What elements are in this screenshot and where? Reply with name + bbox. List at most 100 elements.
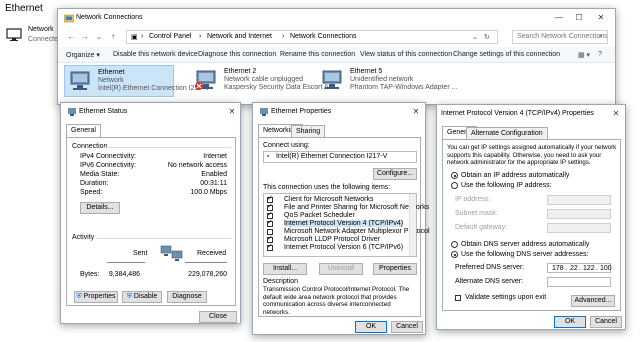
list-item[interactable]: Client for Microsoft Networks xyxy=(284,196,373,203)
tab-alternate-configuration[interactable]: Alternate Configuration xyxy=(466,127,548,139)
network-status-item[interactable]: Network Connecte xyxy=(4,26,64,50)
advanced-button[interactable]: Advanced... xyxy=(571,295,615,307)
use-following-dns-label[interactable]: Use the following DNS server addresses: xyxy=(461,251,589,258)
tab-sharing[interactable]: Sharing xyxy=(291,125,326,137)
minimize-button[interactable]: — xyxy=(551,11,567,24)
network-icon xyxy=(68,108,76,116)
subnet-mask-label: Subnet mask: xyxy=(455,210,498,217)
properties-label: Properties xyxy=(83,293,116,300)
connection-adapter: Phantom TAP-Windows Adapter ... xyxy=(350,84,458,91)
bytes-sent-value: 9,384,486 xyxy=(108,271,140,278)
diagnose-button[interactable]: Diagnose this connection xyxy=(198,51,276,58)
subnet-mask-field[interactable] xyxy=(547,209,611,219)
cancel-button[interactable]: Cancel xyxy=(590,316,622,328)
install-button[interactable]: Install... xyxy=(263,263,307,275)
item-properties-button[interactable]: Properties xyxy=(373,263,417,275)
close-button[interactable]: ✕ xyxy=(608,107,624,120)
view-status-button[interactable]: View status of this connection xyxy=(360,51,452,58)
recent-dropdown-icon[interactable]: ⌄ xyxy=(94,31,104,43)
connection-item-ethernet[interactable]: Ethernet Network Intel(R) Ethernet Conne… xyxy=(64,65,209,97)
obtain-dns-auto-label[interactable]: Obtain DNS server address automatically xyxy=(461,241,589,248)
disable-button[interactable]: ⛨ Disable xyxy=(122,291,162,303)
uninstall-button[interactable]: Uninstall xyxy=(319,263,363,275)
close-button[interactable]: ✕ xyxy=(224,105,240,118)
ipv4-connectivity-label: IPv4 Connectivity: xyxy=(80,153,137,160)
general-panel: You can get IP settings assigned automat… xyxy=(442,139,621,311)
validate-checkbox[interactable] xyxy=(455,295,461,301)
description-label: Description xyxy=(263,278,299,285)
ok-button[interactable]: OK xyxy=(554,316,586,328)
items-label: This connection uses the following items… xyxy=(263,184,391,191)
list-item[interactable]: Internet Protocol Version 4 (TCP/IPv4) xyxy=(284,220,404,227)
ipv6-connectivity-label: IPv6 Connectivity: xyxy=(80,162,137,169)
tab-general[interactable]: General xyxy=(66,124,101,137)
search-input[interactable]: Search Network Connections ⌕ xyxy=(512,30,608,44)
change-settings-button[interactable]: Change settings of this connection xyxy=(453,51,560,58)
ip-address-field[interactable] xyxy=(547,195,611,205)
rename-button[interactable]: Rename this connection xyxy=(280,51,355,58)
dns-octet: 100 xyxy=(600,265,612,272)
back-icon[interactable]: ← xyxy=(66,31,76,43)
refresh-icon[interactable]: ↻ xyxy=(484,33,490,41)
maximize-button[interactable]: ☐ xyxy=(571,11,587,24)
view-options-icon[interactable]: ▦ ▾ xyxy=(578,51,590,59)
use-following-ip-radio[interactable] xyxy=(451,182,458,189)
validate-label[interactable]: Validate settings upon exit xyxy=(465,294,546,301)
titlebar: Ethernet Status ✕ xyxy=(61,103,240,121)
breadcrumb-network-connections[interactable]: Network Connections xyxy=(290,33,357,40)
titlebar: Ethernet Properties ✕ xyxy=(253,103,425,121)
diagnose-button[interactable]: Diagnose xyxy=(167,291,207,303)
address-box[interactable]: ▣ › Control Panel › Network and Internet… xyxy=(126,30,498,44)
obtain-ip-auto-radio[interactable] xyxy=(451,172,458,179)
obtain-dns-auto-radio[interactable] xyxy=(451,241,458,248)
general-panel: Connection IPv4 Connectivity: Internet I… xyxy=(66,137,236,306)
address-dropdown-icon[interactable]: ⌄ xyxy=(472,33,478,41)
breadcrumb-control-panel[interactable]: Control Panel xyxy=(149,33,191,40)
address-bar-row: ← → ⌄ ↑ ▣ › Control Panel › Network and … xyxy=(64,29,610,45)
preferred-dns-field[interactable]: 178 . 22 . 122 . 100 xyxy=(547,263,612,273)
cancel-button[interactable]: Cancel xyxy=(391,321,423,333)
item-checkbox[interactable] xyxy=(267,218,273,227)
breadcrumb-sep: › xyxy=(282,33,285,40)
list-item[interactable]: Internet Protocol Version 6 (TCP/IPv6) xyxy=(284,244,403,251)
list-item[interactable]: Microsoft Network Adapter Multiplexor Pr… xyxy=(284,228,430,235)
obtain-ip-auto-label[interactable]: Obtain an IP address automatically xyxy=(461,172,569,179)
breadcrumb-network-internet[interactable]: Network and Internet xyxy=(207,33,272,40)
properties-button[interactable]: ⛨ Properties xyxy=(74,291,118,303)
breadcrumb-sep: › xyxy=(141,33,144,40)
close-dialog-button[interactable]: Close xyxy=(199,311,237,323)
configure-button[interactable]: Configure... xyxy=(373,168,417,180)
list-item[interactable]: File and Printer Sharing for Microsoft N… xyxy=(284,204,429,211)
list-item[interactable]: Microsoft LLDP Protocol Driver xyxy=(284,236,380,243)
item-checkbox[interactable] xyxy=(267,242,273,251)
ok-button[interactable]: OK xyxy=(355,321,387,333)
ipv4-properties-dialog: Internet Protocol Version 4 (TCP/IPv4) P… xyxy=(436,104,626,330)
close-button[interactable]: ✕ xyxy=(593,11,609,24)
speed-label: Speed: xyxy=(80,189,103,196)
default-gateway-field[interactable] xyxy=(547,223,611,233)
connection-item-ethernet-5[interactable]: Ethernet 5 Unidentified network Phantom … xyxy=(317,65,458,97)
duration-label: Duration: xyxy=(80,180,109,187)
disable-device-button[interactable]: Disable this network device xyxy=(113,51,198,58)
connection-status: Network xyxy=(98,77,124,84)
adapter-name: Intel(R) Ethernet Connection I217-V xyxy=(276,153,388,160)
description-text: Transmission Control Protocol/Internet P… xyxy=(263,286,410,316)
connection-name: Ethernet xyxy=(98,69,125,76)
alternate-dns-field[interactable] xyxy=(547,277,611,287)
up-icon[interactable]: ↑ xyxy=(108,31,118,43)
help-icon[interactable]: ? xyxy=(598,51,602,58)
close-button[interactable]: ✕ xyxy=(408,105,424,118)
use-following-dns-radio[interactable] xyxy=(451,251,458,258)
connection-item-ethernet-2[interactable]: Ethernet 2 Network cable unplugged Kaspe… xyxy=(191,65,338,97)
organize-button[interactable]: Organize ▾ xyxy=(66,51,100,59)
list-item[interactable]: QoS Packet Scheduler xyxy=(284,212,355,219)
use-following-ip-label[interactable]: Use the following IP address: xyxy=(461,182,552,189)
details-button[interactable]: Details... xyxy=(80,202,120,214)
folder-icon: ▣ xyxy=(131,34,138,41)
preferred-dns-label: Preferred DNS server: xyxy=(455,264,525,271)
list-scrollbar[interactable] xyxy=(409,194,416,256)
dns-octet: 178 xyxy=(552,265,564,272)
dns-dot: . xyxy=(596,265,598,272)
forward-icon[interactable]: → xyxy=(80,31,90,43)
network-adapter-icon xyxy=(70,71,90,90)
